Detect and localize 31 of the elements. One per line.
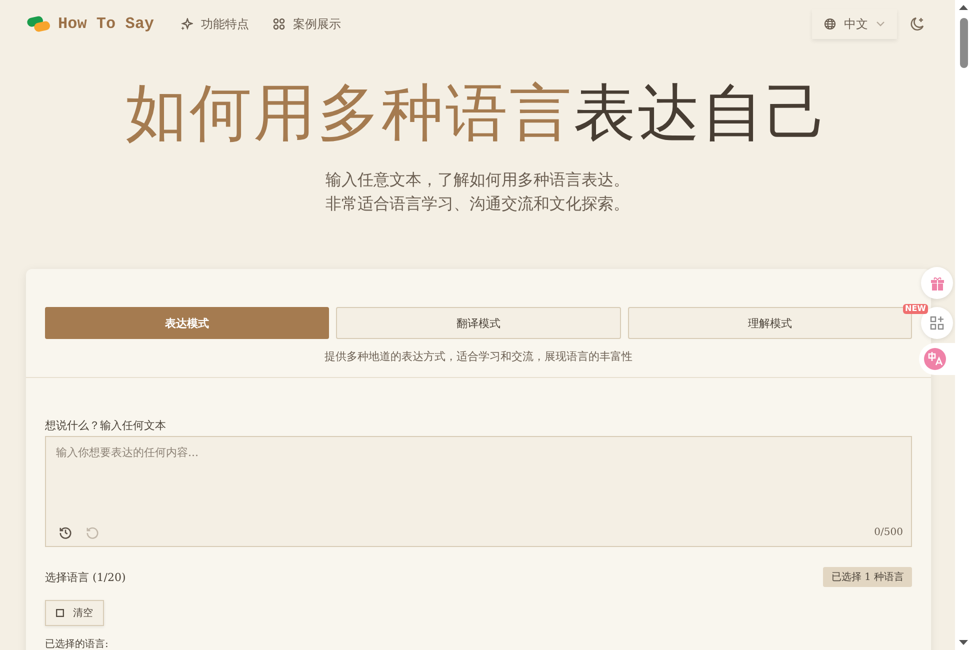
- mode-tab[interactable]: 翻译模式: [336, 307, 621, 339]
- logo-text: How To Say: [58, 15, 154, 33]
- grid-icon: [273, 18, 286, 30]
- input-label: 想说什么？输入任何文本: [45, 418, 167, 433]
- square-icon: [56, 609, 64, 617]
- nav-link[interactable]: 功能特点: [180, 16, 250, 32]
- nav-link[interactable]: 案例展示: [273, 16, 342, 32]
- history-icon[interactable]: [59, 526, 72, 539]
- language-selector[interactable]: 中文: [812, 9, 897, 39]
- chevron-down-icon: [876, 21, 885, 27]
- mode-tab[interactable]: 表达模式: [45, 307, 330, 339]
- selected-languages-label: 已选择的语言:: [45, 638, 110, 650]
- hero-subtitle: 非常适合语言学习、沟通交流和文化探索。: [326, 193, 630, 215]
- selected-count: 已选择 1 种语言: [823, 567, 912, 587]
- hero-subtitle: 输入任意文本，了解如何用多种语言表达。: [326, 169, 630, 191]
- globe-icon: [824, 18, 836, 30]
- moon-icon[interactable]: [909, 16, 925, 32]
- gift-icon: [930, 276, 944, 290]
- logo-icon: [26, 15, 52, 33]
- scrollbar-thumb[interactable]: [960, 18, 968, 68]
- sparkle-icon: [180, 18, 194, 30]
- language-label: 选择语言 (1/20): [45, 570, 126, 584]
- add-grid-icon: [930, 316, 944, 330]
- translate-button[interactable]: [919, 343, 955, 375]
- hero-title: 如何用多种语言表达自己: [126, 78, 830, 148]
- mode-description: 提供多种地道的表达方式，适合学习和交流，展现语言的丰富性: [324, 349, 634, 364]
- new-badge: NEW: [903, 304, 928, 314]
- character-counter: 0/500: [874, 527, 903, 538]
- clear-button[interactable]: 清空: [45, 600, 104, 626]
- gift-button[interactable]: [921, 267, 953, 299]
- translate-icon: [924, 348, 946, 370]
